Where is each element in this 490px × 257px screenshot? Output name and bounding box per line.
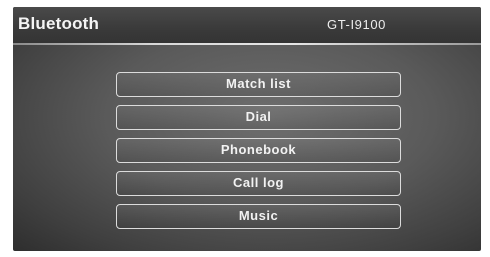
call-log-button[interactable]: Call log: [116, 171, 401, 196]
header-bar: Bluetooth GT-I9100: [13, 7, 481, 43]
dial-button[interactable]: Dial: [116, 105, 401, 130]
bluetooth-menu: Match list Dial Phonebook Call log Music: [116, 72, 401, 237]
device-name: GT-I9100: [327, 17, 386, 32]
page-title: Bluetooth: [18, 14, 100, 33]
bluetooth-screen: Bluetooth GT-I9100 Match list Dial Phone…: [13, 7, 481, 251]
header-divider: [13, 43, 481, 45]
music-button[interactable]: Music: [116, 204, 401, 229]
phonebook-button[interactable]: Phonebook: [116, 138, 401, 163]
match-list-button[interactable]: Match list: [116, 72, 401, 97]
